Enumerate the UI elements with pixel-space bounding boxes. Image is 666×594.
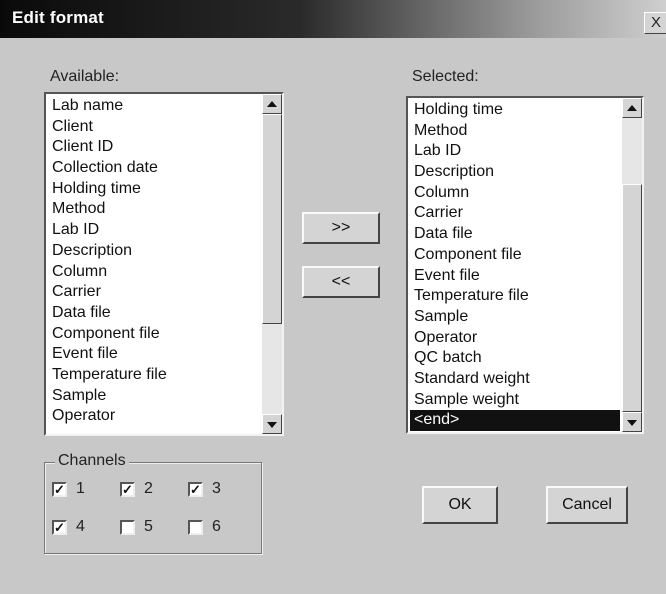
selected-label: Selected: [412, 68, 479, 85]
ok-button[interactable]: OK [422, 486, 498, 524]
list-item[interactable]: Column [48, 262, 260, 283]
scroll-down-button[interactable] [622, 412, 642, 432]
selected-scrollbar[interactable] [622, 98, 642, 432]
selected-list-items: Holding time Method Lab ID Description Colum… [410, 100, 620, 431]
scroll-up-button[interactable] [262, 94, 282, 114]
list-item[interactable]: Collection date [48, 158, 260, 179]
channels-label: Channels [55, 452, 129, 470]
scroll-thumb[interactable] [622, 184, 642, 412]
checkbox-label: 5 [144, 518, 153, 535]
list-item[interactable]: QC batch [410, 348, 620, 369]
checkmark-icon[interactable]: ✓ [120, 482, 135, 497]
list-item[interactable]: <end> [410, 410, 620, 431]
list-item[interactable]: Client ID [48, 137, 260, 158]
selected-listbox[interactable]: Holding time Method Lab ID Description Colum… [406, 96, 644, 434]
list-item[interactable]: Sample weight [410, 390, 620, 411]
down-arrow-icon [267, 422, 277, 428]
list-item[interactable]: Column [410, 183, 620, 204]
list-item[interactable]: Holding time [48, 179, 260, 200]
checkmark-icon[interactable]: ✓ [52, 520, 67, 535]
checkbox-label: 3 [212, 480, 221, 497]
list-item[interactable]: Lab ID [410, 141, 620, 162]
list-item[interactable]: Data file [410, 224, 620, 245]
remove-button[interactable]: << [302, 266, 380, 298]
list-item[interactable]: Sample [410, 307, 620, 328]
checkbox-label: 2 [144, 480, 153, 497]
checkbox-label: 4 [76, 518, 85, 535]
list-item[interactable]: Carrier [48, 282, 260, 303]
scroll-down-button[interactable] [262, 414, 282, 434]
list-item[interactable]: Event file [48, 344, 260, 365]
list-item[interactable]: Sample [48, 386, 260, 407]
checkbox-label: 1 [76, 480, 85, 497]
add-button[interactable]: >> [302, 212, 380, 244]
list-item[interactable]: Description [48, 241, 260, 262]
list-item[interactable]: Component file [410, 245, 620, 266]
checkbox-box[interactable] [120, 520, 135, 535]
list-item[interactable]: Lab ID [48, 220, 260, 241]
available-scrollbar[interactable] [262, 94, 282, 434]
up-arrow-icon [267, 101, 277, 107]
list-item[interactable]: Description [410, 162, 620, 183]
close-button[interactable]: X [644, 12, 666, 34]
available-label: Available: [50, 68, 120, 85]
list-item[interactable]: Data file [48, 303, 260, 324]
list-item[interactable]: Component file [48, 324, 260, 345]
window-title: Edit format [12, 8, 104, 27]
cancel-button[interactable]: Cancel [546, 486, 628, 524]
list-item[interactable]: Event file [410, 266, 620, 287]
list-item[interactable]: Client [48, 117, 260, 138]
channels-group: Channels [44, 452, 262, 554]
checkmark-icon[interactable]: ✓ [188, 482, 203, 497]
list-item[interactable]: Carrier [410, 203, 620, 224]
title-bar: Edit format X [0, 0, 666, 38]
available-listbox[interactable]: Lab name Client Client ID Collection date Ho… [44, 92, 284, 436]
down-arrow-icon [627, 420, 637, 426]
list-item[interactable]: Operator [410, 328, 620, 349]
up-arrow-icon [627, 105, 637, 111]
list-item[interactable]: Standard weight [410, 369, 620, 390]
scroll-thumb[interactable] [262, 114, 282, 324]
list-item[interactable]: Method [410, 121, 620, 142]
checkbox-label: 6 [212, 518, 221, 535]
list-item[interactable]: Method [48, 199, 260, 220]
list-item[interactable]: Operator [48, 406, 260, 427]
checkmark-icon[interactable]: ✓ [52, 482, 67, 497]
list-item[interactable]: Holding time [410, 100, 620, 121]
checkbox-box[interactable] [188, 520, 203, 535]
scroll-up-button[interactable] [622, 98, 642, 118]
available-list-items: Lab name Client Client ID Collection date Ho… [48, 96, 260, 427]
list-item[interactable]: Temperature file [48, 365, 260, 386]
list-item[interactable]: Lab name [48, 96, 260, 117]
list-item[interactable]: Temperature file [410, 286, 620, 307]
